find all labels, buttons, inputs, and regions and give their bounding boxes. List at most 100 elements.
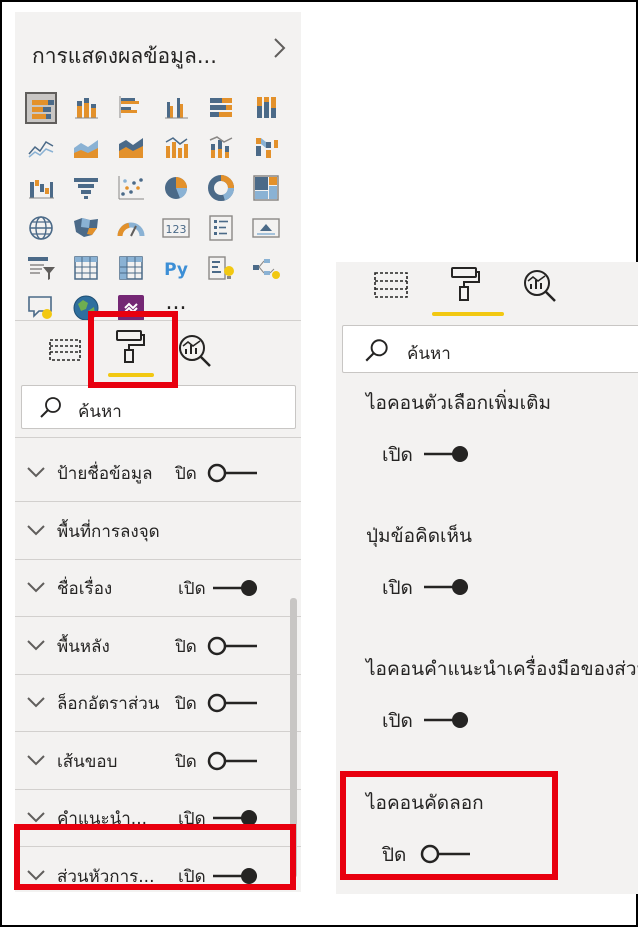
toggle-switch[interactable] xyxy=(207,750,259,772)
analytics-magnifier-icon xyxy=(179,335,211,367)
key-influencers-icon[interactable] xyxy=(205,252,237,284)
area-chart-icon[interactable] xyxy=(70,132,102,164)
svg-text:123: 123 xyxy=(166,223,187,236)
100-stacked-bar-icon[interactable] xyxy=(205,92,237,124)
visual-header-row-highlight xyxy=(14,824,296,890)
toggle-switch[interactable] xyxy=(207,635,259,657)
toggle-switch[interactable] xyxy=(207,577,259,599)
chevron-down-icon[interactable] xyxy=(25,462,47,482)
gauge-icon[interactable] xyxy=(115,212,147,244)
line-chart-icon[interactable] xyxy=(25,132,57,164)
card-icon[interactable]: 123 xyxy=(160,212,192,244)
visualizations-header: การแสดงผลข้อมูล... xyxy=(15,12,301,86)
donut-icon[interactable] xyxy=(205,172,237,204)
pie-icon-glyph xyxy=(165,177,188,199)
toggle-state-label: ปิด xyxy=(175,694,197,714)
pie-icon[interactable] xyxy=(160,172,192,204)
search-icon xyxy=(40,397,61,418)
toggle-off-icon[interactable] xyxy=(207,462,259,484)
header-setting-label: ไอคอนคำแนะนำเครื่องมือของส่วนหัว xyxy=(366,658,638,680)
100-stacked-column-icon-glyph xyxy=(257,97,276,118)
chevron-down-icon[interactable] xyxy=(25,520,47,540)
toggle-state-label: ปิด xyxy=(175,464,197,484)
fields-icon xyxy=(374,272,408,298)
decomposition-tree-icon[interactable] xyxy=(250,252,282,284)
stacked-bar-icon[interactable] xyxy=(25,92,57,124)
format-paint-roller-icon xyxy=(451,267,480,301)
format-section-label: เส้นขอบ xyxy=(57,751,118,772)
toggle-switch[interactable] xyxy=(418,576,470,598)
search-input[interactable]: ค้นหา xyxy=(21,385,296,429)
format-section-row[interactable]: ชื่อเรื่อง เปิด xyxy=(15,560,301,617)
chevron-down-icon[interactable] xyxy=(25,750,47,770)
tab-fields[interactable] xyxy=(43,330,87,370)
map-icon[interactable] xyxy=(25,212,57,244)
format-section-row[interactable]: เส้นขอบ ปิด xyxy=(15,733,301,790)
multi-row-card-icon[interactable] xyxy=(205,212,237,244)
stacked-area-icon-glyph xyxy=(119,138,143,158)
toggle-off-icon[interactable] xyxy=(207,692,259,714)
toggle-switch[interactable] xyxy=(207,692,259,714)
100-stacked-column-icon[interactable] xyxy=(250,92,282,124)
toggle-on-icon[interactable] xyxy=(418,709,470,731)
table-icon[interactable] xyxy=(70,252,102,284)
ribbon-chart-icon-glyph xyxy=(256,138,278,158)
svg-text:Py: Py xyxy=(164,260,188,280)
stacked-area-icon[interactable] xyxy=(115,132,147,164)
treemap-icon[interactable] xyxy=(250,172,282,204)
python-visual-icon[interactable]: Py xyxy=(160,252,192,284)
line-stacked-column-icon[interactable] xyxy=(205,132,237,164)
kpi-icon-glyph xyxy=(252,218,280,238)
scatter-icon-glyph xyxy=(118,176,144,200)
clustered-column-icon-glyph xyxy=(165,98,188,119)
scatter-icon[interactable] xyxy=(115,172,147,204)
funnel-icon[interactable] xyxy=(70,172,102,204)
toggle-on-icon[interactable] xyxy=(418,443,470,465)
slicer-icon-glyph xyxy=(28,257,55,280)
gauge-icon-glyph xyxy=(117,222,145,237)
toggle-switch[interactable] xyxy=(418,709,470,731)
toggle-switch[interactable] xyxy=(207,462,259,484)
area-chart-icon-glyph xyxy=(74,140,98,158)
chevron-right-icon[interactable] xyxy=(269,34,289,62)
search-input[interactable]: ค้นหา xyxy=(342,325,638,373)
format-tab-highlight xyxy=(88,311,178,388)
search-icon xyxy=(365,339,388,362)
tab-analytics[interactable] xyxy=(518,265,562,305)
format-section-row[interactable]: ป้ายชื่อข้อมูล ปิด xyxy=(15,445,301,502)
stacked-column-icon[interactable] xyxy=(70,92,102,124)
toggle-state-label: ปิด xyxy=(175,636,197,657)
filled-map-icon[interactable] xyxy=(70,212,102,244)
analytics-magnifier-icon xyxy=(524,270,556,302)
toggle-off-icon[interactable] xyxy=(207,750,259,772)
tab-fields[interactable] xyxy=(370,265,414,305)
header-setting-label: ไอคอนตัวเลือกเพิ่มเติม xyxy=(366,392,552,414)
clustered-bar-icon[interactable] xyxy=(115,92,147,124)
treemap-icon-glyph xyxy=(253,175,279,201)
tab-format[interactable] xyxy=(444,264,488,304)
python-visual-icon-glyph: Py xyxy=(164,260,188,280)
map-icon-glyph xyxy=(29,216,53,240)
kpi-icon[interactable] xyxy=(250,212,282,244)
format-section-label: ล็อกอัตราส่วน xyxy=(57,694,160,714)
toggle-switch[interactable] xyxy=(418,443,470,465)
matrix-icon-glyph xyxy=(119,256,143,280)
chevron-down-icon[interactable] xyxy=(25,635,47,655)
chevron-down-icon[interactable] xyxy=(25,577,47,597)
slicer-icon[interactable] xyxy=(25,252,57,284)
waterfall-icon[interactable] xyxy=(25,172,57,204)
toggle-off-icon[interactable] xyxy=(207,635,259,657)
ribbon-chart-icon[interactable] xyxy=(250,132,282,164)
clustered-column-icon[interactable] xyxy=(160,92,192,124)
format-section-row[interactable]: พื้นที่การลงจุด xyxy=(15,503,301,560)
toggle-on-icon[interactable] xyxy=(418,576,470,598)
matrix-icon[interactable] xyxy=(115,252,147,284)
line-clustered-column-icon[interactable] xyxy=(160,132,192,164)
visualizations-pane: การแสดงผลข้อมูล... 123 Py... ค้นหา ป้ายช… xyxy=(15,12,301,892)
format-section-row[interactable]: ล็อกอัตราส่วน ปิด xyxy=(15,675,301,732)
tab-analytics[interactable] xyxy=(173,330,217,370)
chevron-down-icon[interactable] xyxy=(25,692,47,712)
format-section-row[interactable]: พื้นหลัง ปิด xyxy=(15,618,301,675)
toggle-on-icon[interactable] xyxy=(207,577,259,599)
multi-row-card-icon-glyph xyxy=(209,215,233,241)
